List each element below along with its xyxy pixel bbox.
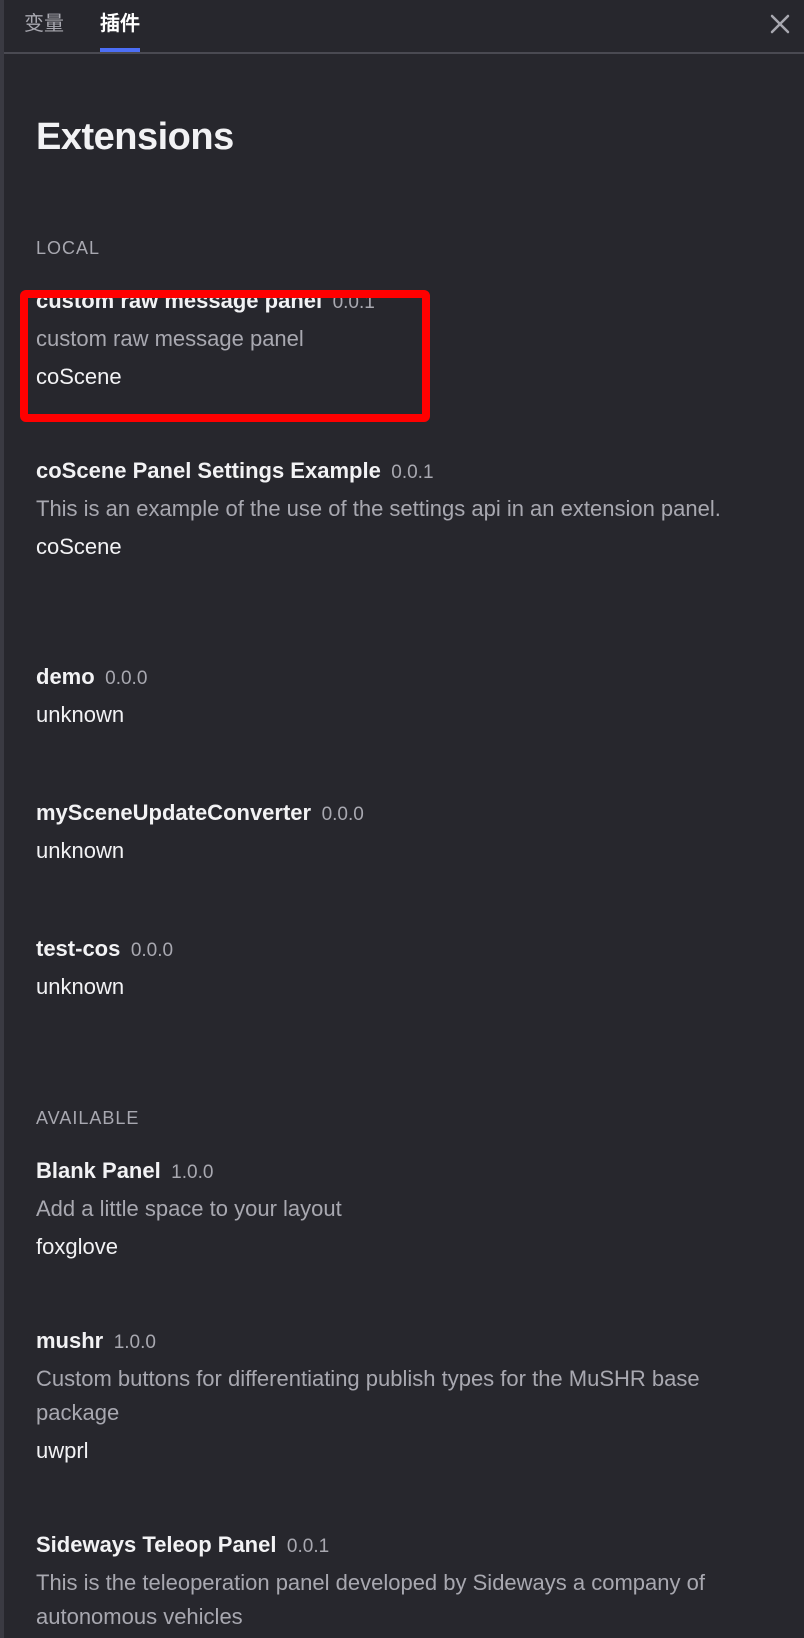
extension-publisher: unknown	[36, 838, 125, 863]
extension-version: 0.0.0	[105, 668, 148, 689]
extension-publisher: foxglove	[36, 1234, 118, 1259]
extension-item[interactable]: demo 0.0.0 unknown	[36, 664, 766, 732]
active-tab-indicator	[100, 48, 140, 52]
extension-description: custom raw message panel	[36, 326, 304, 351]
extension-publisher: uwprl	[36, 1438, 89, 1463]
extension-description: This is an example of the use of the set…	[36, 496, 721, 521]
extension-name: coScene Panel Settings Example	[36, 458, 381, 483]
extension-name: mushr	[36, 1328, 104, 1353]
tab-variables-label: 变量	[24, 11, 64, 35]
extension-version: 0.0.0	[130, 940, 174, 961]
extension-name: mySceneUpdateConverter	[36, 800, 312, 825]
extension-description: Add a little space to your layout	[36, 1196, 342, 1221]
close-icon	[770, 14, 790, 34]
extension-version: 0.0.0	[321, 804, 364, 825]
tab-bar: 变量 插件	[4, 0, 804, 54]
extensions-sidebar: 变量 插件 Extensions LOCAL custom raw messag…	[0, 0, 804, 1638]
extension-name: Sideways Teleop Panel	[36, 1532, 277, 1557]
extension-name: Blank Panel	[36, 1158, 161, 1183]
extension-name: test-cos	[36, 936, 121, 961]
extension-item[interactable]: coScene Panel Settings Example 0.0.1 Thi…	[36, 458, 766, 564]
extension-item[interactable]: test-cos 0.0.0 unknown	[36, 936, 766, 1004]
extension-description: This is the teleoperation panel develope…	[36, 1570, 705, 1629]
extension-publisher: coScene	[36, 534, 122, 559]
extension-item[interactable]: mySceneUpdateConverter 0.0.0 unknown	[36, 800, 766, 868]
extension-publisher: coScene	[36, 364, 122, 389]
panel-left-border	[0, 0, 4, 1638]
tab-variables[interactable]: 变量	[24, 0, 64, 52]
tab-extensions-label: 插件	[100, 11, 140, 35]
extension-item[interactable]: custom raw message panel 0.0.1 custom ra…	[36, 288, 766, 394]
extension-version: 0.0.1	[286, 1536, 330, 1557]
extension-description: Custom buttons for differentiating publi…	[36, 1366, 700, 1425]
tab-extensions[interactable]: 插件	[100, 0, 140, 52]
extension-publisher: unknown	[36, 974, 125, 999]
close-button[interactable]	[764, 8, 796, 40]
extension-publisher: unknown	[36, 702, 125, 727]
extension-item[interactable]: Sideways Teleop Panel 0.0.1 This is the …	[36, 1532, 766, 1634]
extension-version: 0.0.1	[332, 292, 375, 313]
section-label-local: LOCAL	[36, 238, 101, 258]
section-label-available: AVAILABLE	[36, 1108, 140, 1128]
extension-name: custom raw message panel	[36, 288, 323, 313]
extension-version: 0.0.1	[391, 462, 434, 483]
extension-version: 1.0.0	[113, 1332, 156, 1353]
extension-name: demo	[36, 664, 95, 689]
page-title: Extensions	[36, 116, 234, 158]
extension-item[interactable]: mushr 1.0.0 Custom buttons for different…	[36, 1328, 766, 1468]
extension-version: 1.0.0	[171, 1162, 214, 1183]
extension-item[interactable]: Blank Panel 1.0.0 Add a little space to …	[36, 1158, 766, 1264]
